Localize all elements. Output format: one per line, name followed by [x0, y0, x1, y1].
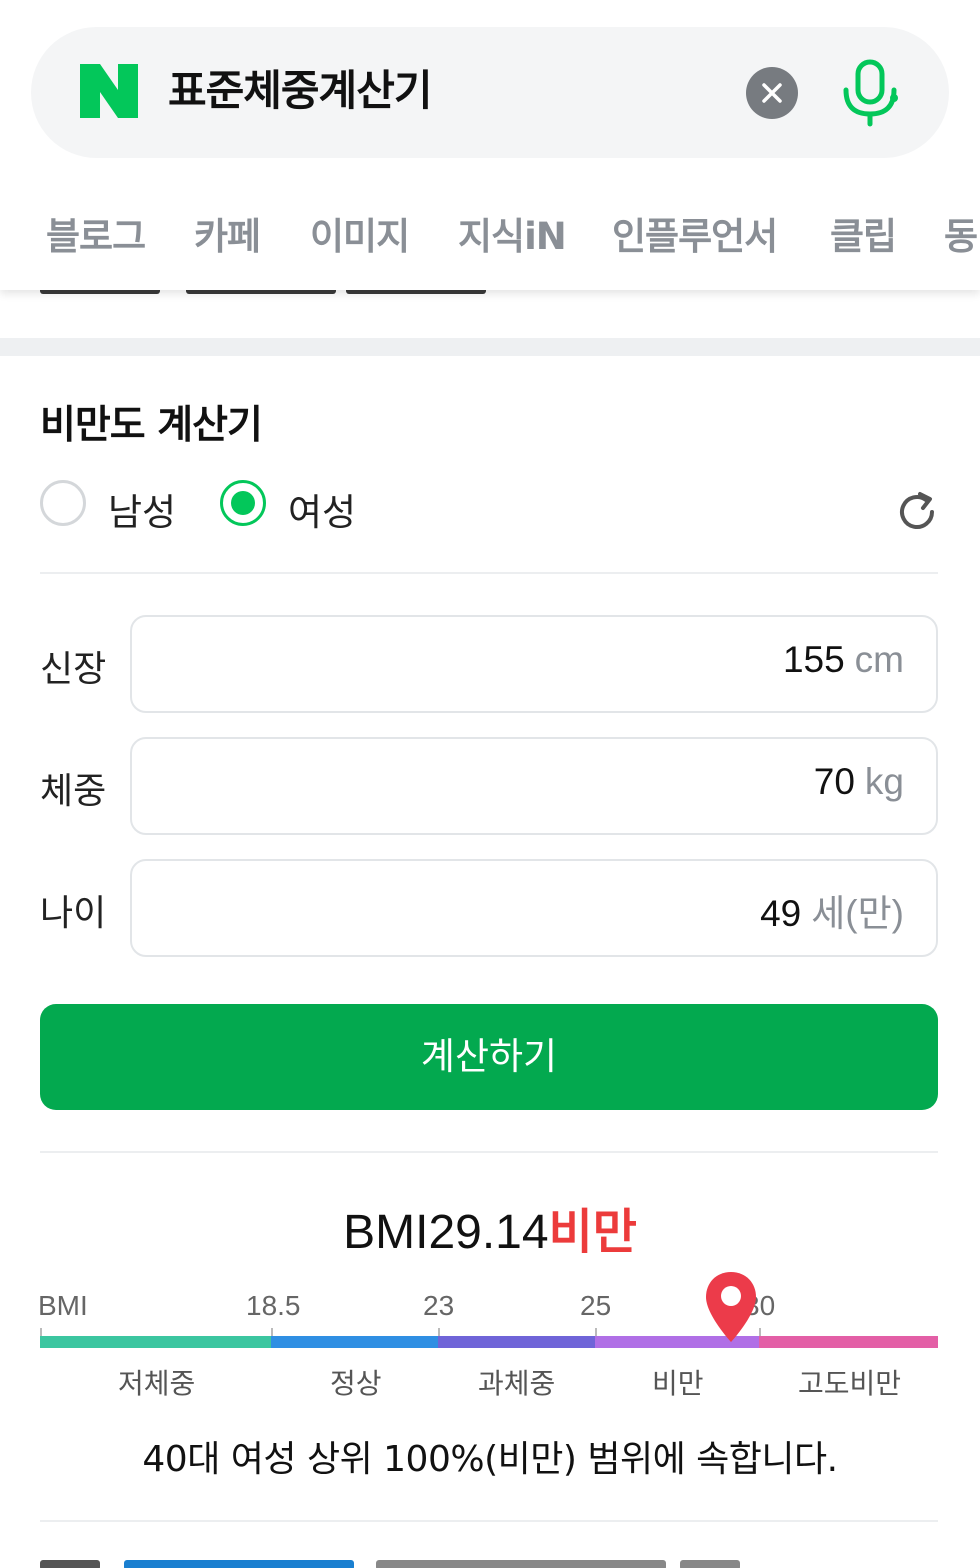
search-header: 표준체중계산기 블로그 카페 이미지 지식iN 인플루언서 클립 동: [0, 0, 980, 290]
reset-icon[interactable]: [896, 490, 940, 534]
height-label: 신장: [40, 649, 107, 690]
age-label: 나이: [40, 893, 107, 934]
bmi-status: 비만: [548, 1204, 637, 1260]
search-query[interactable]: 표준체중계산기: [168, 66, 432, 116]
tab-blog[interactable]: 블로그: [46, 206, 146, 260]
height-value[interactable]: 155: [783, 639, 845, 680]
age-unit: 세(만): [811, 893, 904, 934]
scale-segment-underweight: [40, 1336, 271, 1348]
scale-axis-label: BMI: [38, 1290, 88, 1321]
tab-image[interactable]: 이미지: [310, 206, 410, 260]
tab-influencer[interactable]: 인플루언서: [612, 206, 778, 260]
bmi-scale-bar: [40, 1336, 938, 1348]
scale-segment-severe-obese: [759, 1336, 938, 1348]
divider: [40, 572, 938, 574]
category-label: 고도비만: [798, 1367, 902, 1400]
scale-tick-label: 25: [580, 1290, 612, 1321]
scale-tick-label: 18.5: [246, 1290, 301, 1321]
weight-value[interactable]: 70: [814, 761, 855, 802]
scale-tick-label: 23: [423, 1290, 455, 1321]
category-label: 정상: [330, 1367, 382, 1400]
location-pin-icon: [706, 1272, 756, 1342]
category-label: 과체중: [478, 1367, 556, 1400]
bottom-content-peek: [40, 1552, 940, 1568]
height-field[interactable]: 155 cm: [130, 615, 938, 713]
radio-male[interactable]: [40, 480, 86, 526]
result-summary: 40대 여성 상위 100%(비만) 범위에 속합니다.: [142, 1439, 838, 1480]
tab-clip[interactable]: 클립: [830, 206, 897, 260]
calculate-button[interactable]: 계산하기: [40, 1004, 938, 1110]
category-label: 비만: [652, 1367, 704, 1400]
calculator-title: 비만도 계산기: [40, 403, 263, 448]
scale-segment-overweight: [438, 1336, 595, 1348]
section-separator: [0, 338, 980, 356]
weight-field[interactable]: 70 kg: [130, 737, 938, 835]
weight-label: 체중: [40, 771, 107, 812]
divider: [40, 1520, 938, 1522]
bmi-prefix: BMI: [343, 1206, 429, 1259]
radio-male-label[interactable]: 남성: [108, 482, 176, 536]
microphone-icon[interactable]: [838, 58, 902, 128]
divider: [40, 1151, 938, 1153]
category-label: 저체중: [118, 1367, 196, 1400]
age-value[interactable]: 49: [760, 893, 801, 934]
bmi-value: 29.14: [428, 1206, 549, 1259]
age-field[interactable]: 49 세(만): [130, 859, 938, 957]
radio-female-label[interactable]: 여성: [288, 482, 356, 536]
tab-video[interactable]: 동: [944, 206, 978, 260]
radio-female[interactable]: [220, 480, 266, 526]
close-icon: [762, 83, 782, 103]
height-unit: cm: [854, 639, 904, 680]
tab-kin[interactable]: 지식iN: [458, 206, 567, 260]
tab-cafe[interactable]: 카페: [194, 206, 261, 260]
clear-search-button[interactable]: [746, 67, 798, 119]
naver-logo-icon[interactable]: [80, 64, 138, 118]
scale-segment-normal: [271, 1336, 438, 1348]
bmi-result: BMI29.14비만: [0, 1192, 980, 1262]
weight-unit: kg: [864, 761, 904, 802]
search-tabs: 블로그 카페 이미지 지식iN 인플루언서 클립 동: [0, 198, 980, 268]
